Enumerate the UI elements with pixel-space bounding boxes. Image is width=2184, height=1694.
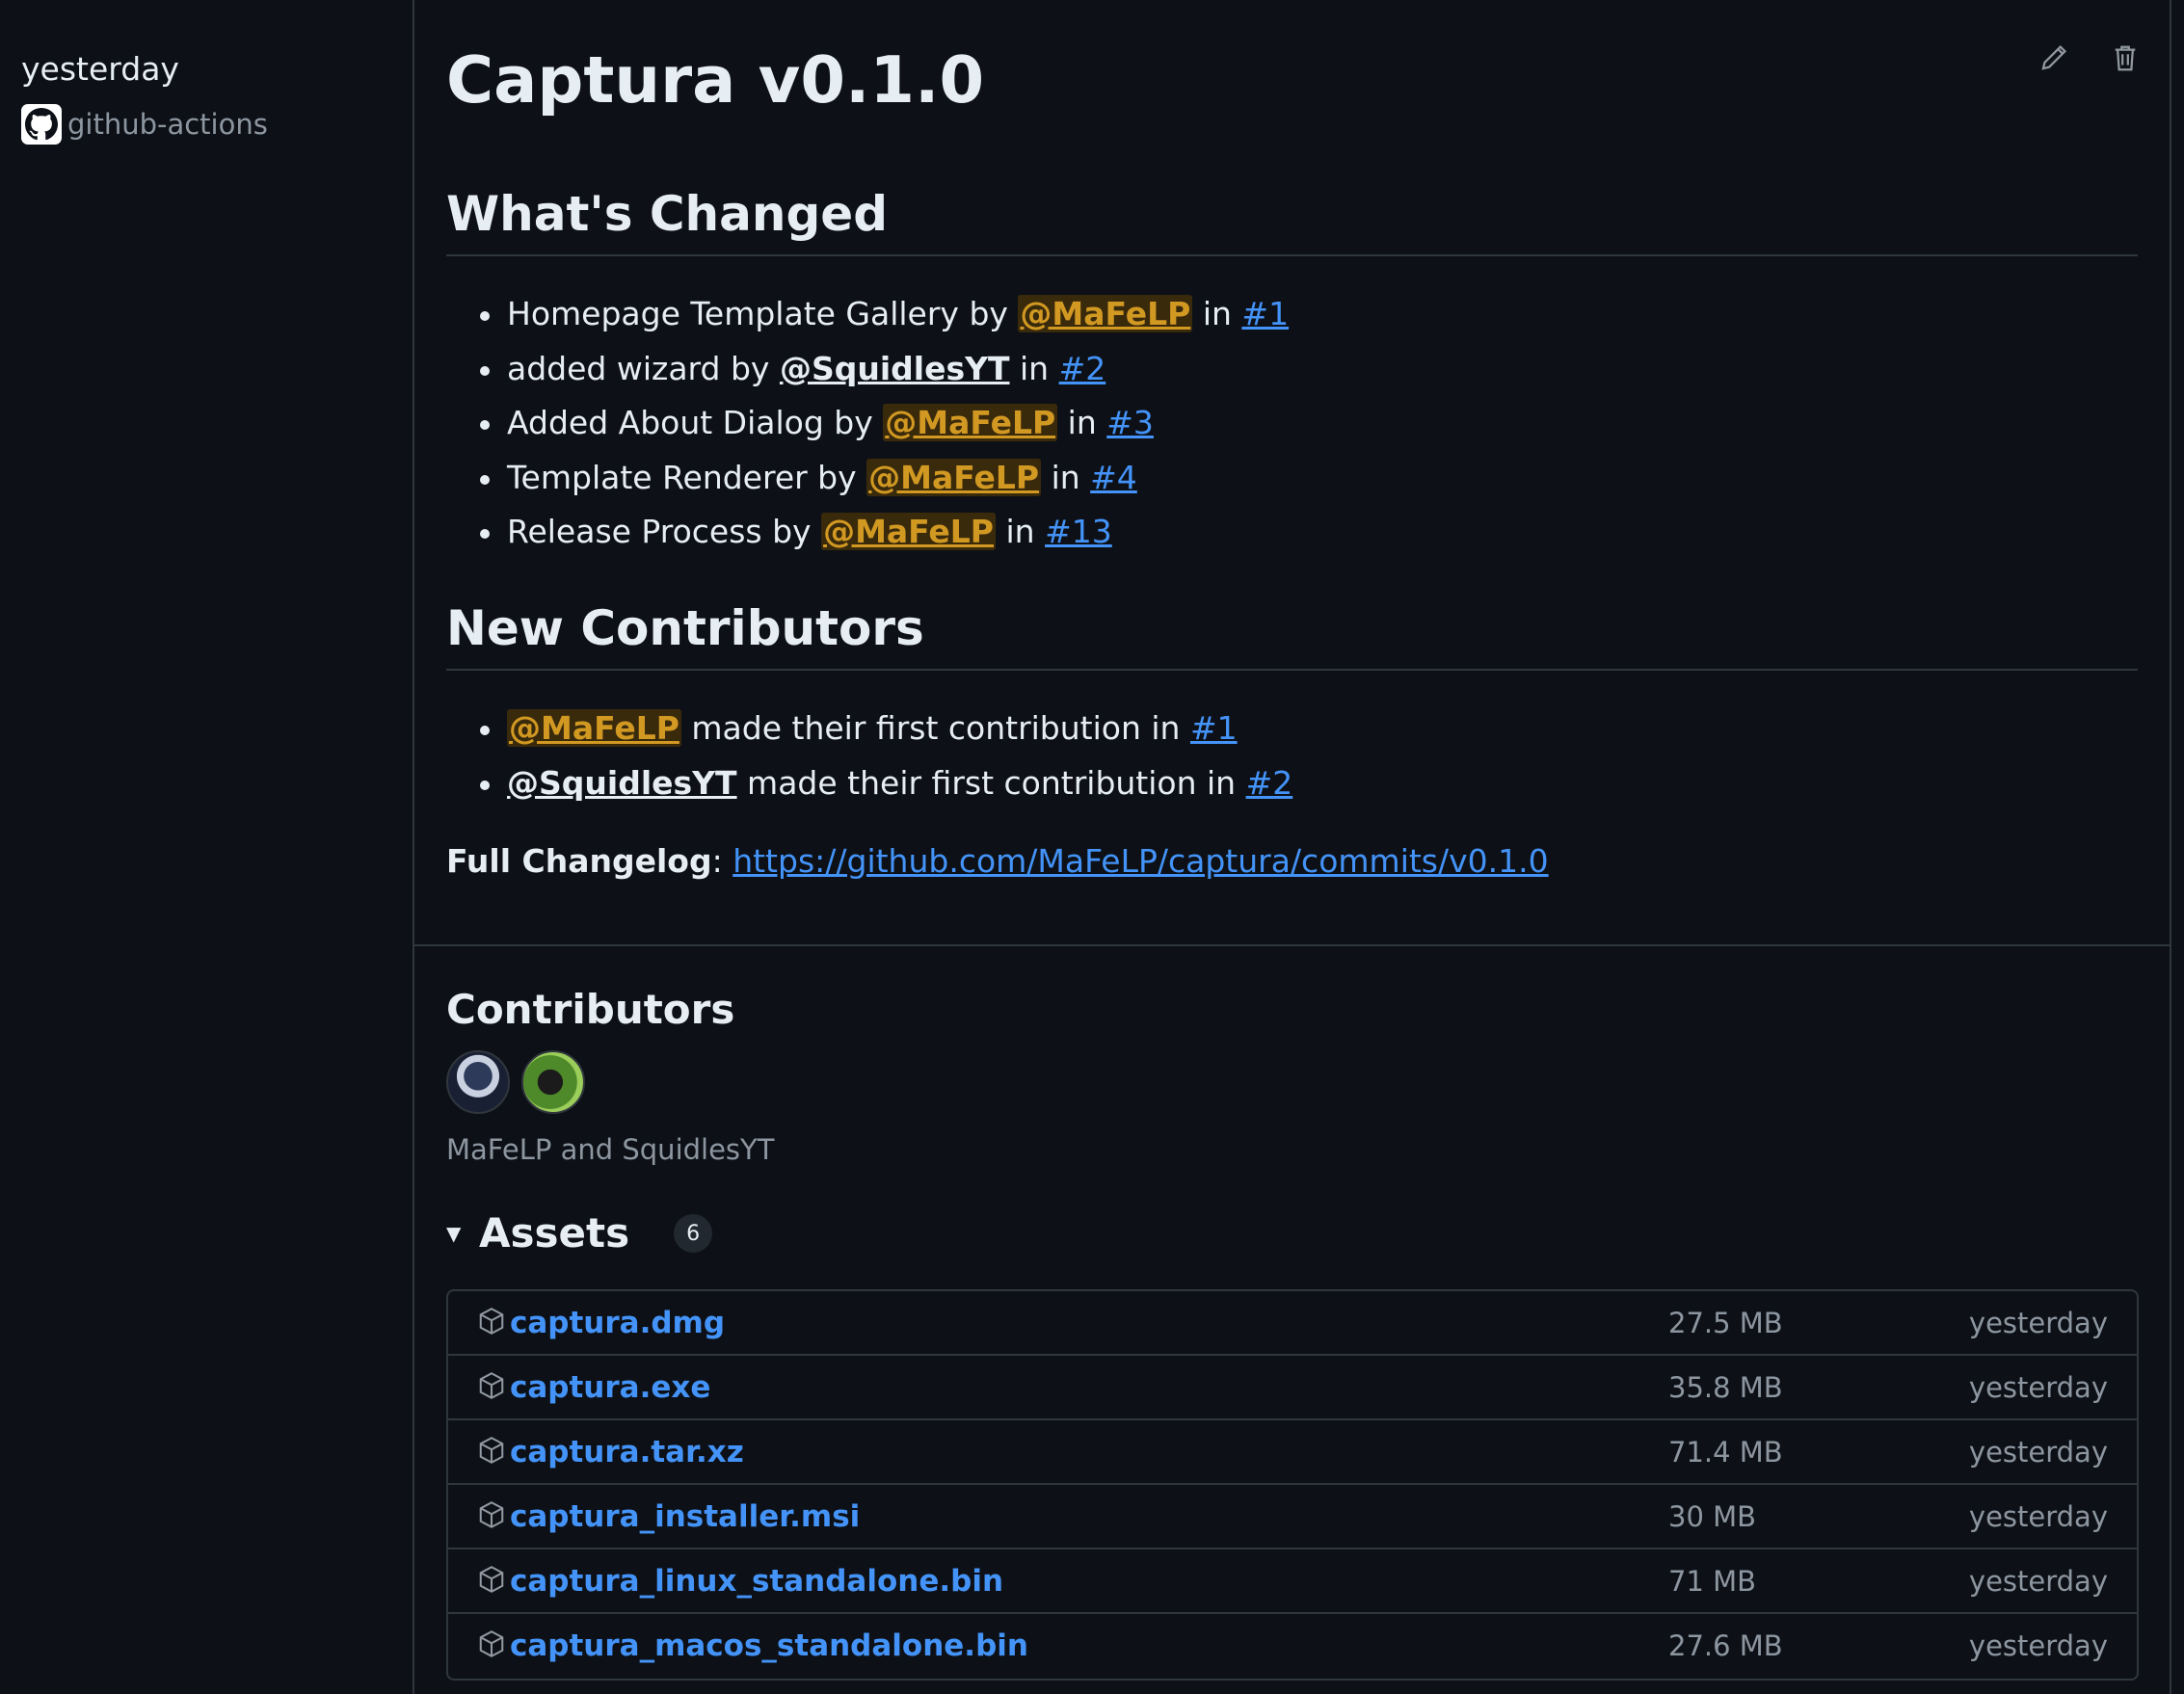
list-item: Template Renderer by @MaFeLP in #4 [480, 451, 1289, 506]
new-contributors-heading: New Contributors [446, 594, 2138, 671]
assets-summary[interactable]: ▼ Assets 6 [446, 1204, 713, 1262]
pull-request-link[interactable]: #2 [1059, 350, 1106, 387]
avatar[interactable] [521, 1050, 585, 1114]
asset-link[interactable]: captura.dmg [510, 1303, 725, 1343]
package-icon [477, 1629, 508, 1660]
change-text: Added About Dialog by [507, 404, 884, 441]
contributors-heading: Contributors [446, 986, 735, 1033]
pull-request-link[interactable]: #3 [1106, 404, 1154, 441]
asset-size: 27.6 MB [1668, 1629, 1783, 1662]
asset-size: 35.8 MB [1668, 1371, 1783, 1404]
asset-date: yesterday [1968, 1565, 2108, 1598]
contribution-text: made their first contribution in [680, 709, 1190, 747]
user-mention-link[interactable]: @MaFeLP [507, 709, 681, 747]
list-item: added wizard by @SquidlesYT in #2 [480, 342, 1289, 397]
asset-size: 30 MB [1668, 1500, 1757, 1533]
asset-link[interactable]: captura.exe [510, 1367, 710, 1408]
user-mention-link[interactable]: @MaFeLP [883, 404, 1058, 441]
contributors-avatars [446, 1050, 585, 1114]
asset-link[interactable]: captura_installer.msi [510, 1496, 860, 1537]
list-item: @MaFeLP made their first contribution in… [480, 701, 1292, 756]
release-page: yesterday github-actions Captura v0.1.0 … [0, 0, 2184, 1694]
asset-row: captura.dmg 27.5 MB yesterday [448, 1291, 2137, 1356]
pull-request-link[interactable]: #13 [1045, 513, 1112, 550]
asset-date: yesterday [1968, 1629, 2108, 1662]
asset-link[interactable]: captura_macos_standalone.bin [510, 1626, 1028, 1666]
change-text: Release Process by [507, 513, 822, 550]
release-card: Captura v0.1.0 What's Changed Homepage T… [413, 0, 2171, 1694]
change-text: Homepage Template Gallery by [507, 295, 1019, 332]
package-icon [477, 1371, 508, 1402]
package-icon [477, 1565, 508, 1596]
change-in: in [1041, 458, 1091, 496]
avatar[interactable] [446, 1050, 510, 1114]
asset-link[interactable]: captura_linux_standalone.bin [510, 1561, 1003, 1601]
user-mention-link[interactable]: @MaFeLP [1018, 295, 1193, 332]
github-mark-icon [21, 104, 62, 145]
asset-size: 27.5 MB [1668, 1307, 1783, 1339]
asset-date: yesterday [1968, 1371, 2108, 1404]
assets-count-badge: 6 [674, 1214, 713, 1253]
pull-request-link[interactable]: #2 [1246, 764, 1293, 802]
package-icon [477, 1307, 508, 1337]
release-actions [2035, 39, 2144, 77]
user-mention-link[interactable]: @SquidlesYT [780, 350, 1010, 387]
pull-request-link[interactable]: #1 [1241, 295, 1289, 332]
change-in: in [1192, 295, 1242, 332]
pull-request-link[interactable]: #4 [1090, 459, 1137, 496]
changes-list: Homepage Template Gallery by @MaFeLP in … [480, 287, 1289, 560]
asset-date: yesterday [1968, 1307, 2108, 1339]
full-changelog: Full Changelog: https://github.com/MaFeL… [446, 836, 1549, 887]
change-text: added wizard by [507, 349, 780, 387]
asset-size: 71.4 MB [1668, 1436, 1783, 1469]
asset-row: captura_installer.msi 30 MB yesterday [448, 1485, 2137, 1549]
package-icon [477, 1500, 508, 1531]
changelog-separator: : [711, 842, 733, 880]
list-item: Release Process by @MaFeLP in #13 [480, 505, 1289, 560]
asset-row: captura_linux_standalone.bin 71 MB yeste… [448, 1549, 2137, 1614]
list-item: Added About Dialog by @MaFeLP in #3 [480, 396, 1289, 451]
package-icon [477, 1436, 508, 1467]
asset-date: yesterday [1968, 1436, 2108, 1469]
contributors-names: MaFeLP and SquidlesYT [446, 1133, 775, 1166]
user-mention-link[interactable]: @MaFeLP [821, 513, 996, 550]
release-title[interactable]: Captura v0.1.0 [446, 37, 984, 123]
asset-date: yesterday [1968, 1500, 2108, 1533]
assets-list: captura.dmg 27.5 MB yesterday captura.ex… [446, 1289, 2139, 1681]
user-mention-link[interactable]: @MaFeLP [866, 458, 1042, 496]
list-item: Homepage Template Gallery by @MaFeLP in … [480, 287, 1289, 342]
asset-link[interactable]: captura.tar.xz [510, 1432, 744, 1472]
release-sidebar: yesterday github-actions [21, 46, 387, 145]
release-date: yesterday [21, 50, 179, 88]
whats-changed-heading: What's Changed [446, 179, 2138, 256]
changelog-link[interactable]: https://github.com/MaFeLP/captura/commit… [732, 842, 1548, 880]
new-contributors-list: @MaFeLP made their first contribution in… [480, 701, 1292, 810]
change-text: Template Renderer by [507, 458, 867, 496]
pencil-icon[interactable] [2035, 39, 2073, 77]
asset-size: 71 MB [1668, 1565, 1757, 1598]
contribution-text: made their first contribution in [736, 763, 1246, 802]
user-mention-link[interactable]: @SquidlesYT [507, 764, 737, 802]
asset-row: captura.tar.xz 71.4 MB yesterday [448, 1420, 2137, 1485]
release-body: Captura v0.1.0 What's Changed Homepage T… [414, 0, 2170, 946]
asset-row: captura.exe 35.8 MB yesterday [448, 1356, 2137, 1420]
author-name[interactable]: github-actions [67, 108, 268, 141]
pull-request-link[interactable]: #1 [1190, 709, 1238, 747]
change-in: in [996, 513, 1046, 550]
release-author[interactable]: github-actions [21, 104, 387, 145]
asset-row: captura_macos_standalone.bin 27.6 MB yes… [448, 1614, 2137, 1679]
trash-icon[interactable] [2106, 39, 2144, 77]
changelog-label: Full Changelog [446, 842, 712, 880]
change-in: in [1009, 349, 1059, 387]
assets-heading[interactable]: Assets [479, 1204, 629, 1262]
list-item: @SquidlesYT made their first contributio… [480, 756, 1292, 811]
caret-down-icon[interactable]: ▼ [446, 1222, 471, 1245]
change-in: in [1057, 404, 1107, 441]
